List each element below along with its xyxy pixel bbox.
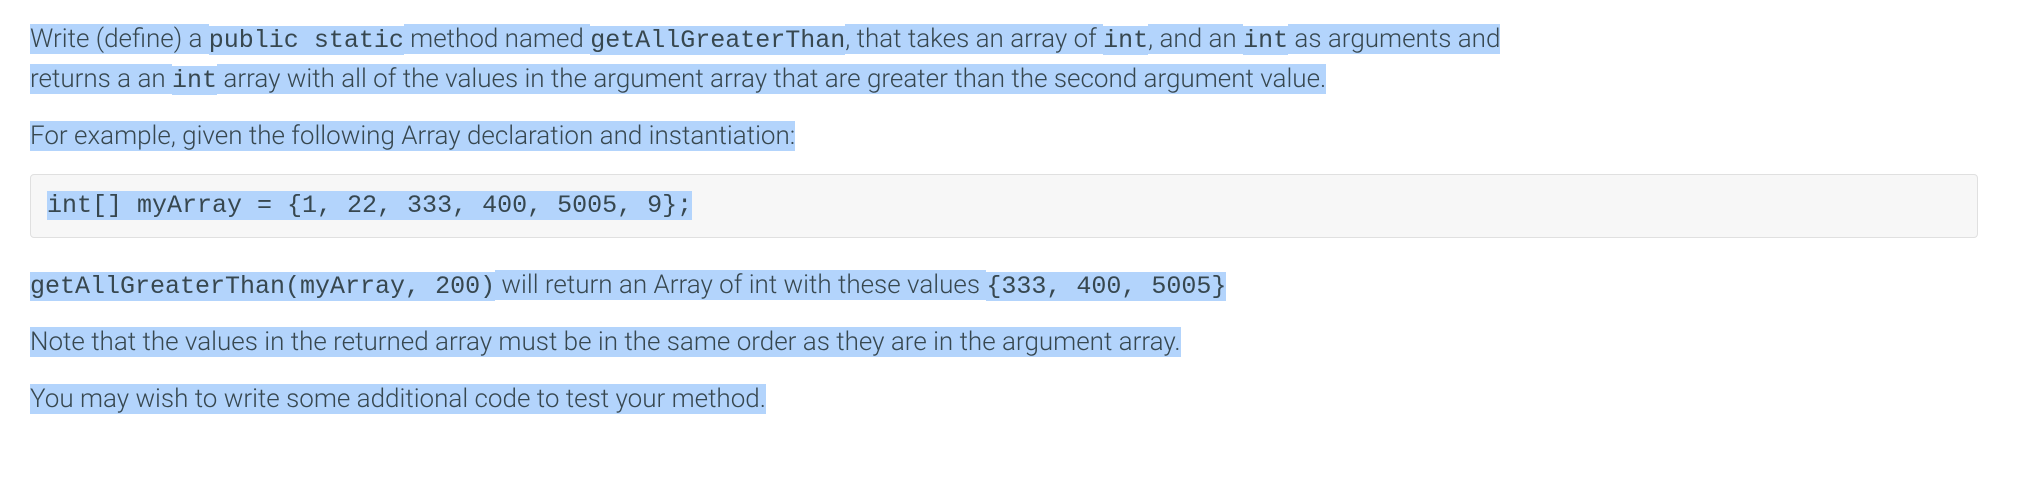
text-segment: Note that the values in the returned arr… xyxy=(30,327,1181,357)
text-segment: returns a an xyxy=(30,64,172,94)
code-block-array-declaration: int[] myArray = {1, 22, 333, 400, 5005, … xyxy=(30,174,1978,238)
code-content: int[] myArray = {1, 22, 333, 400, 5005, … xyxy=(47,191,692,220)
text-segment: For example, given the following Array d… xyxy=(30,121,795,151)
instruction-paragraph-3: getAllGreaterThan(myArray, 200) will ret… xyxy=(30,266,1978,306)
code-int: int xyxy=(172,66,217,95)
text-segment: array with all of the values in the argu… xyxy=(217,64,1326,94)
instruction-paragraph-4: Note that the values in the returned arr… xyxy=(30,323,1978,362)
instruction-paragraph-1: Write (define) a public static method na… xyxy=(30,20,1978,99)
text-segment: as arguments and xyxy=(1288,24,1500,54)
text-segment: , that takes an array of xyxy=(845,24,1103,54)
code-int: int xyxy=(1243,26,1288,55)
code-int: int xyxy=(1103,26,1148,55)
text-segment: method named xyxy=(404,24,590,54)
text-segment: You may wish to write some additional co… xyxy=(30,384,766,414)
code-method-name: getAllGreaterThan xyxy=(590,26,845,55)
code-method-call: getAllGreaterThan(myArray, 200) xyxy=(30,272,495,301)
text-segment: will return an Array of int with these v… xyxy=(495,270,986,300)
text-segment: Write (define) a xyxy=(30,24,209,54)
code-public-static: public static xyxy=(209,26,404,55)
code-result-values: {333, 400, 5005} xyxy=(986,272,1226,301)
text-segment: , and an xyxy=(1148,24,1243,54)
instruction-paragraph-2: For example, given the following Array d… xyxy=(30,117,1978,156)
instruction-paragraph-5: You may wish to write some additional co… xyxy=(30,380,1978,419)
